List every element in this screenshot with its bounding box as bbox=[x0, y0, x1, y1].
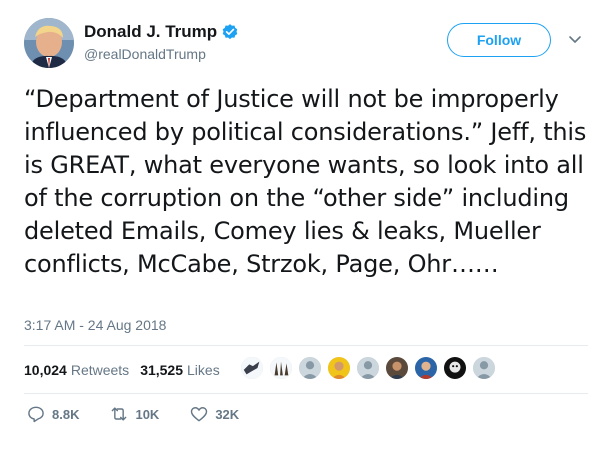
liker-avatar[interactable] bbox=[443, 356, 467, 380]
tweet-text: “Department of Justice will not be impro… bbox=[24, 85, 594, 278]
like-button[interactable]: 32K bbox=[189, 404, 239, 424]
tweet-actions: 8.8K 10K 32K bbox=[26, 404, 269, 424]
liker-avatar[interactable] bbox=[269, 356, 293, 380]
tweet-card: Donald J. Trump @realDonaldTrump Follow … bbox=[0, 0, 612, 457]
liker-avatar[interactable] bbox=[240, 356, 264, 380]
avatar[interactable] bbox=[24, 18, 74, 68]
liker-avatar[interactable] bbox=[327, 356, 351, 380]
heart-icon bbox=[191, 407, 208, 422]
reply-icon bbox=[28, 406, 44, 423]
liker-avatar[interactable] bbox=[414, 356, 438, 380]
follow-button[interactable]: Follow bbox=[447, 23, 551, 57]
divider bbox=[24, 345, 588, 346]
user-handle[interactable]: @realDonaldTrump bbox=[84, 46, 206, 62]
retweet-count: 10K bbox=[135, 406, 160, 422]
profile-photo-icon bbox=[24, 18, 74, 68]
retweet-button[interactable]: 10K bbox=[109, 404, 159, 424]
tweet-timestamp[interactable]: 3:17 AM - 24 Aug 2018 bbox=[24, 317, 166, 333]
divider bbox=[24, 393, 588, 394]
reply-button[interactable]: 8.8K bbox=[26, 404, 79, 424]
retweets-count[interactable]: 10,024 bbox=[24, 362, 67, 378]
reply-count: 8.8K bbox=[52, 406, 80, 422]
likes-count[interactable]: 31,525 bbox=[140, 362, 183, 378]
retweet-icon bbox=[112, 407, 127, 421]
name-row: Donald J. Trump bbox=[84, 22, 239, 42]
liker-avatars bbox=[240, 356, 501, 380]
liker-avatar[interactable] bbox=[356, 356, 380, 380]
display-name[interactable]: Donald J. Trump bbox=[84, 22, 217, 42]
liker-avatar[interactable] bbox=[298, 356, 322, 380]
likes-label[interactable]: Likes bbox=[187, 362, 220, 378]
liker-avatar[interactable] bbox=[385, 356, 409, 380]
verified-badge-icon bbox=[222, 24, 238, 40]
engagement-stats: 10,024 Retweets 31,525 Likes bbox=[24, 362, 231, 378]
retweets-label[interactable]: Retweets bbox=[71, 362, 129, 378]
liker-avatar[interactable] bbox=[472, 356, 496, 380]
chevron-down-icon[interactable] bbox=[568, 35, 582, 45]
like-count: 32K bbox=[215, 406, 240, 422]
